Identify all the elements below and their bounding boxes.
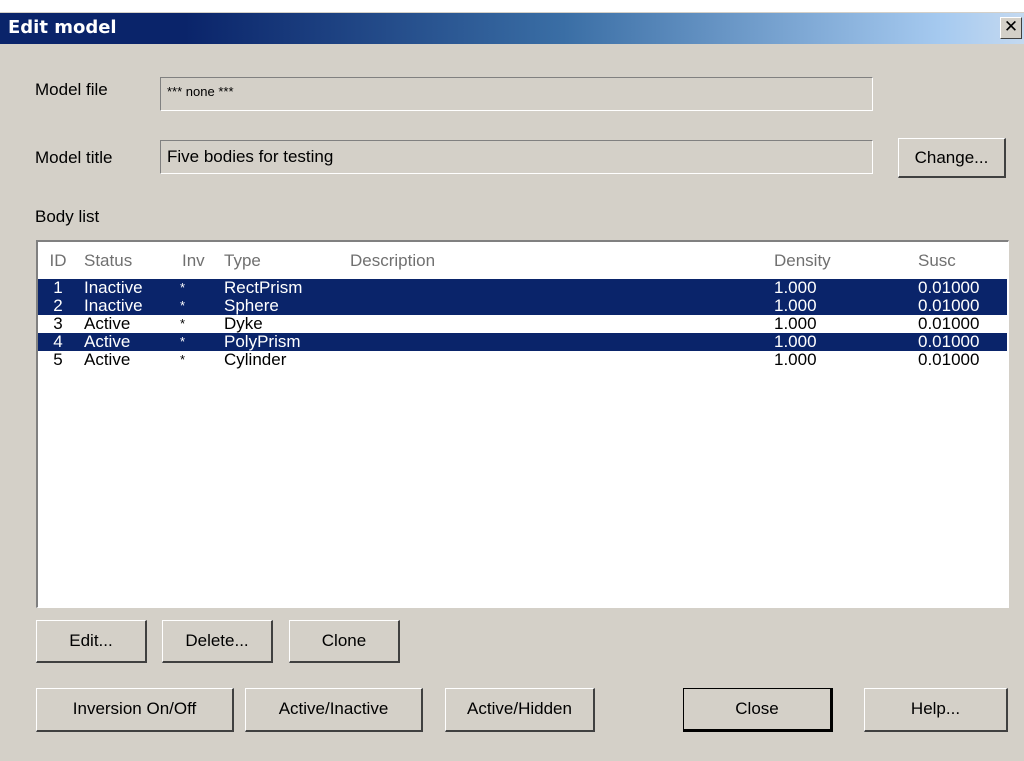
row-susc: 0.01000 xyxy=(918,278,980,297)
row-density: 1.000 xyxy=(774,332,817,351)
column-header-susc[interactable]: Susc xyxy=(918,252,956,270)
row-id: 5 xyxy=(53,350,63,369)
close-icon: ✕ xyxy=(1003,17,1019,37)
column-header-description[interactable]: Description xyxy=(350,252,435,270)
table-row[interactable]: 5 Active * Cylinder 1.000 0.01000 xyxy=(38,351,1007,369)
row-susc: 0.01000 xyxy=(918,296,980,315)
row-type: Sphere xyxy=(224,296,279,315)
delete-button[interactable]: Delete... xyxy=(162,620,273,663)
background-window-strip xyxy=(0,0,1024,12)
column-header-status[interactable]: Status xyxy=(84,252,132,270)
row-id: 4 xyxy=(53,332,63,351)
close-window-button[interactable]: ✕ xyxy=(1000,17,1022,39)
column-header-inv[interactable]: Inv xyxy=(182,252,205,270)
clone-button[interactable]: Clone xyxy=(289,620,400,663)
model-file-label: Model file xyxy=(35,80,108,99)
row-susc: 0.01000 xyxy=(918,350,980,369)
edit-button[interactable]: Edit... xyxy=(36,620,147,663)
row-susc: 0.01000 xyxy=(918,314,980,333)
row-inv: * xyxy=(180,334,186,349)
table-row[interactable]: 2 Inactive * Sphere 1.000 0.01000 xyxy=(38,297,1007,315)
inversion-toggle-button[interactable]: Inversion On/Off xyxy=(36,688,234,732)
close-button[interactable]: Close xyxy=(683,688,833,732)
row-id: 3 xyxy=(53,314,63,333)
title-bar[interactable]: Edit model ✕ xyxy=(0,13,1024,44)
row-status: Active xyxy=(84,332,131,351)
row-status: Active xyxy=(84,350,131,369)
column-header-type[interactable]: Type xyxy=(224,252,261,270)
row-type: PolyPrism xyxy=(224,332,301,351)
row-type: Cylinder xyxy=(224,350,287,369)
row-density: 1.000 xyxy=(774,314,817,333)
table-row[interactable]: 1 Inactive * RectPrism 1.000 0.01000 xyxy=(38,279,1007,297)
body-list[interactable]: ID Status Inv Type Description Density S… xyxy=(36,240,1009,608)
column-header-density[interactable]: Density xyxy=(774,252,831,270)
row-susc: 0.01000 xyxy=(918,332,980,351)
row-status: Active xyxy=(84,314,131,333)
body-list-label: Body list xyxy=(35,207,100,226)
row-density: 1.000 xyxy=(774,350,817,369)
row-id: 2 xyxy=(53,296,63,315)
model-file-field: *** none *** xyxy=(160,77,873,111)
window-title: Edit model xyxy=(8,17,117,38)
row-inv: * xyxy=(180,352,186,367)
row-type: Dyke xyxy=(224,314,263,333)
model-title-label: Model title xyxy=(35,148,113,167)
active-hidden-button[interactable]: Active/Hidden xyxy=(445,688,595,732)
row-inv: * xyxy=(180,316,186,331)
row-inv: * xyxy=(180,298,186,313)
active-inactive-button[interactable]: Active/Inactive xyxy=(245,688,423,732)
body-list-header: ID Status Inv Type Description Density S… xyxy=(38,252,1007,270)
row-status: Inactive xyxy=(84,296,143,315)
row-density: 1.000 xyxy=(774,296,817,315)
row-id: 1 xyxy=(53,278,63,297)
row-density: 1.000 xyxy=(774,278,817,297)
table-row[interactable]: 4 Active * PolyPrism 1.000 0.01000 xyxy=(38,333,1007,351)
change-button[interactable]: Change... xyxy=(898,138,1006,178)
row-type: RectPrism xyxy=(224,278,303,297)
model-title-field: Five bodies for testing xyxy=(160,140,873,174)
column-header-id[interactable]: ID xyxy=(48,252,68,270)
table-row[interactable]: 3 Active * Dyke 1.000 0.01000 xyxy=(38,315,1007,333)
row-status: Inactive xyxy=(84,278,143,297)
row-inv: * xyxy=(180,280,186,295)
help-button[interactable]: Help... xyxy=(864,688,1008,732)
